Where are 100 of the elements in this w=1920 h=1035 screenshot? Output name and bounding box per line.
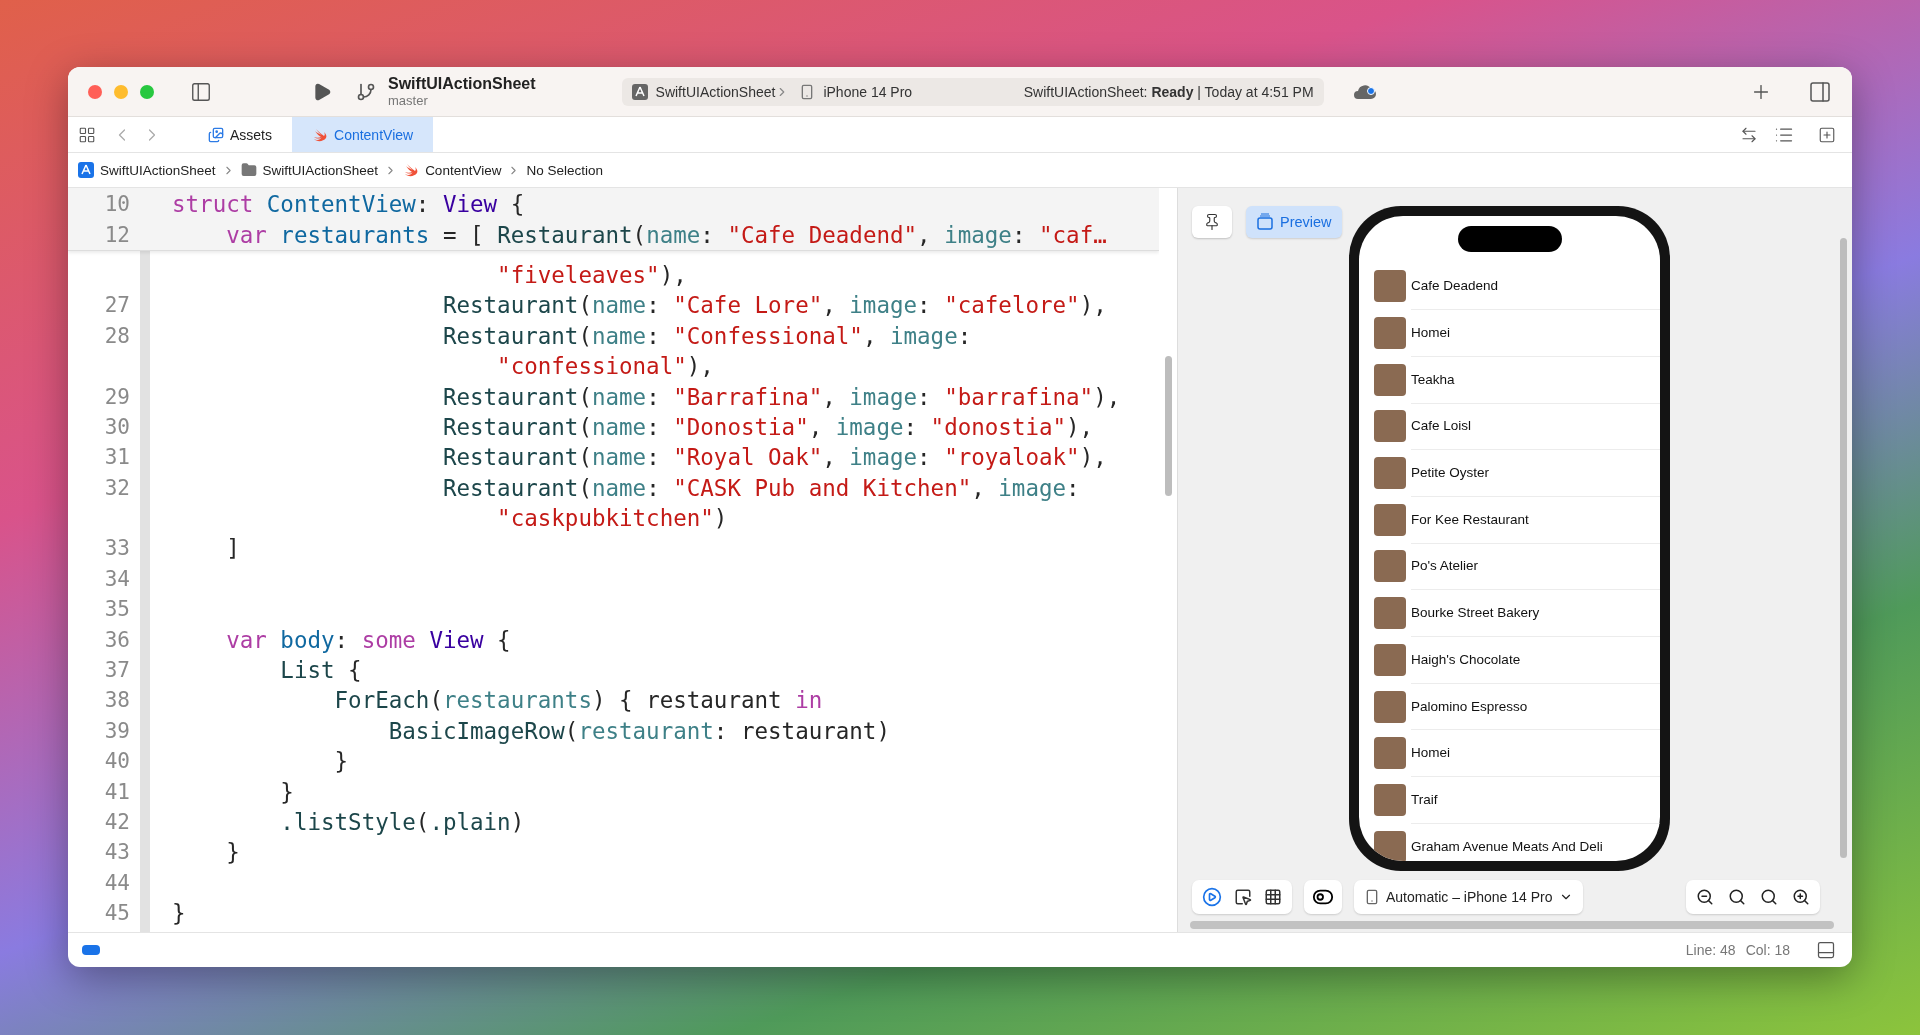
line-number: 43	[103, 840, 130, 865]
code-line: List {	[279, 657, 362, 684]
photo-placeholder	[1374, 457, 1406, 490]
branch-name: master	[388, 93, 429, 108]
photos-icon	[208, 126, 224, 143]
preview-icon	[1256, 213, 1274, 231]
restaurant-name[interactable]: Graham Avenue Meats And Deli	[1411, 822, 1660, 861]
restaurant-name[interactable]: Petite Oyster	[1411, 449, 1660, 497]
restaurant-name[interactable]: Cafe Loisl	[1411, 402, 1660, 451]
code-line: }	[279, 778, 294, 805]
scheme-selector[interactable]: SwiftUIActionSheet	[655, 83, 776, 100]
line-number: 38	[103, 688, 130, 713]
code-line: Restaurant(name: "CASK Pub and Kitchen", image:	[441, 474, 1080, 501]
settings-toggle-button[interactable]	[1304, 880, 1342, 915]
line-number: 37	[103, 658, 130, 683]
line-number: 42	[103, 810, 130, 834]
photo-placeholder	[1374, 830, 1406, 861]
restaurant-name[interactable]: Homei	[1411, 729, 1660, 778]
line-number: 33	[103, 536, 130, 561]
build-status: SwiftUIActionSheet: Ready | Today at 4:51 PM	[1023, 83, 1314, 100]
breadcrumb-item[interactable]: SwiftUIActionSheet	[100, 162, 216, 178]
code-editor[interactable]	[68, 188, 1159, 932]
pin-icon	[1203, 213, 1221, 231]
code-line: }	[172, 900, 186, 927]
photo-placeholder	[1374, 597, 1406, 630]
photo-placeholder	[1374, 737, 1406, 770]
phone-icon	[1364, 889, 1380, 906]
line-number: 45	[103, 901, 130, 926]
photo-placeholder	[1374, 550, 1406, 583]
code-line: var restaurants = [ Restaurant(name: "Cafe Deadend", image: "caf…	[225, 221, 1107, 248]
restaurant-name[interactable]: Cafe Deadend	[1411, 262, 1660, 311]
line-number: 12	[103, 222, 130, 247]
line-number: 39	[103, 718, 130, 743]
editor-tab[interactable]: ContentView	[292, 117, 434, 152]
scheme-title: SwiftUIActionSheet	[388, 75, 536, 93]
line-number: 36	[103, 627, 130, 652]
code-line: Restaurant(name: "Confessional", image:	[441, 322, 972, 349]
status-indicator-icon[interactable]	[82, 945, 100, 955]
code-line: "caskpubkitchen")	[496, 505, 728, 532]
line-number: 10	[103, 192, 130, 217]
photo-placeholder	[1374, 503, 1406, 536]
code-line: Restaurant(name: "Donostia", image: "donostia"),	[441, 413, 1094, 440]
code-line: ForEach(restaurants) { restaurant in	[333, 687, 823, 714]
code-line: Restaurant(name: "Cafe Lore", image: "cafelore"),	[441, 292, 1107, 319]
line-number: 29	[103, 384, 130, 409]
code-line: ]	[225, 535, 240, 562]
breadcrumb-item[interactable]: No Selection	[526, 162, 603, 178]
line-number: 30	[103, 414, 130, 439]
restaurant-name[interactable]: Haigh's Chocolate	[1411, 636, 1660, 684]
photo-placeholder	[1374, 317, 1406, 350]
line-number: 44	[103, 870, 130, 895]
restaurant-name[interactable]: Po's Atelier	[1411, 542, 1660, 591]
photo-placeholder	[1374, 363, 1406, 396]
line-number: 41	[103, 779, 130, 804]
device-menu[interactable]: Automatic – iPhone 14 Pro	[1354, 880, 1583, 915]
code-line: struct ContentView: View {	[172, 191, 525, 218]
app-icon	[78, 162, 94, 178]
app-icon	[631, 83, 648, 100]
code-line: }	[225, 839, 240, 866]
line-number: 28	[103, 323, 130, 348]
code-line: BasicImageRow(restaurant: restaurant)	[387, 717, 890, 744]
line-number: 35	[103, 597, 130, 622]
breadcrumb-item[interactable]: ContentView	[425, 162, 502, 178]
preview-button[interactable]: Preview	[1246, 206, 1342, 238]
editor-tab[interactable]: Assets	[188, 117, 292, 152]
code-line: }	[333, 748, 349, 775]
code-line: .listStyle(.plain)	[279, 809, 525, 835]
line-number: 32	[103, 475, 130, 500]
code-line: "fiveleaves"),	[496, 261, 687, 288]
restaurant-name[interactable]: Palomino Espresso	[1411, 682, 1660, 731]
restaurant-name[interactable]: Homei	[1411, 309, 1660, 357]
photo-placeholder	[1374, 783, 1406, 816]
folder-icon	[240, 162, 257, 178]
line-number: 34	[103, 566, 130, 591]
close-button[interactable]	[88, 84, 102, 99]
photo-placeholder	[1374, 690, 1406, 723]
photo-placeholder	[1374, 410, 1406, 443]
line-number: 40	[103, 749, 130, 774]
restaurant-name[interactable]: Teakha	[1411, 355, 1660, 404]
code-line: Restaurant(name: "Barrafina", image: "barrafina"),	[441, 383, 1121, 410]
code-line: Restaurant(name: "Royal Oak", image: "royaloak"),	[441, 444, 1107, 471]
restaurant-name[interactable]: Bourke Street Bakery	[1411, 589, 1660, 637]
pin-button[interactable]	[1192, 206, 1232, 238]
code-line: var body: some View {	[225, 626, 511, 653]
swift-icon	[312, 126, 328, 143]
scrollbar-thumb[interactable]	[1164, 356, 1172, 496]
device-selector[interactable]: iPhone 14 Pro	[823, 83, 913, 100]
code-line: "confessional"),	[496, 353, 714, 380]
column-number-status: Col: 18	[1745, 942, 1790, 958]
line-number-status: Line: 48	[1685, 942, 1736, 958]
scrollbar-thumb[interactable]	[1190, 921, 1834, 930]
line-number: 31	[103, 445, 130, 470]
swift-icon	[403, 162, 420, 178]
photo-placeholder	[1374, 270, 1406, 303]
photo-placeholder	[1374, 643, 1406, 676]
line-number: 27	[103, 293, 130, 318]
restaurant-name[interactable]: Traif	[1411, 776, 1660, 824]
restaurant-name[interactable]: For Kee Restaurant	[1411, 495, 1660, 544]
scrollbar-thumb[interactable]	[1839, 238, 1847, 858]
breadcrumb-item[interactable]: SwiftUIActionSheet	[262, 162, 379, 178]
